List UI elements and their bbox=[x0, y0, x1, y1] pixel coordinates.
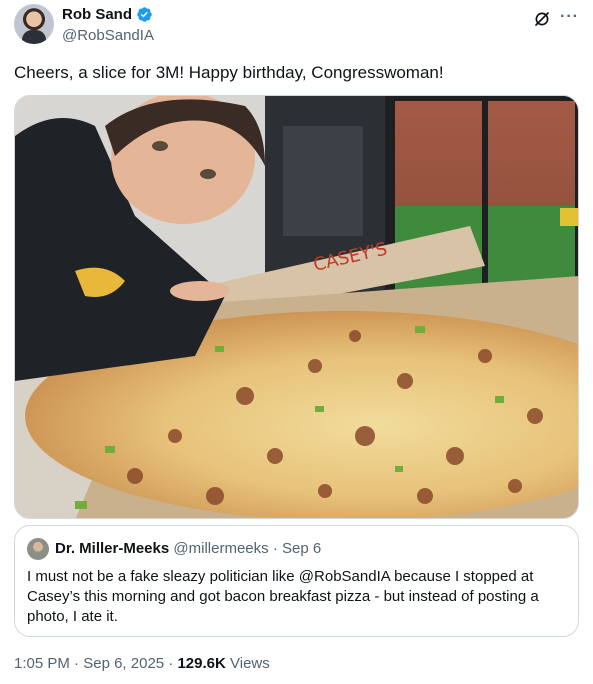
more-icon[interactable]: ··· bbox=[560, 8, 579, 26]
meta-separator: · bbox=[69, 655, 84, 672]
quoted-date[interactable]: Sep 6 bbox=[282, 540, 321, 557]
author-avatar[interactable] bbox=[14, 4, 54, 44]
views-count[interactable]: 129.6K bbox=[177, 655, 225, 672]
pizza-selfie-image: CASEY'S bbox=[15, 96, 578, 518]
quoted-tweet-text: I must not be a fake sleazy politician l… bbox=[27, 568, 539, 625]
quoted-separator: · bbox=[272, 540, 278, 557]
tweet-header: Rob Sand @RobSandIA ··· bbox=[14, 4, 579, 50]
tweet-date[interactable]: Sep 6, 2025 bbox=[83, 655, 164, 672]
quoted-author-handle[interactable]: @millermeeks bbox=[173, 540, 268, 557]
author-name-row: Rob Sand bbox=[62, 6, 153, 23]
quoted-author-name[interactable]: Dr. Miller-Meeks bbox=[55, 540, 169, 557]
author-handle[interactable]: @RobSandIA bbox=[62, 27, 154, 44]
views-label: Views bbox=[225, 655, 270, 672]
author-display-name[interactable]: Rob Sand bbox=[62, 6, 132, 23]
meta-separator: · bbox=[164, 655, 178, 672]
tweet-text: Cheers, a slice for 3M! Happy birthday, … bbox=[14, 63, 444, 82]
quoted-author-avatar[interactable] bbox=[27, 538, 49, 560]
grok-icon[interactable] bbox=[533, 10, 551, 28]
tweet-meta: 1:05 PM · Sep 6, 2025 · 129.6K Views bbox=[14, 655, 270, 672]
tweet-photo[interactable]: CASEY'S bbox=[14, 95, 579, 519]
verified-badge-icon bbox=[137, 7, 152, 22]
quoted-tweet-header: Dr. Miller-Meeks @millermeeks · Sep 6 bbox=[55, 540, 321, 557]
quoted-tweet[interactable]: Dr. Miller-Meeks @millermeeks · Sep 6 I … bbox=[14, 525, 579, 637]
tweet-time[interactable]: 1:05 PM bbox=[14, 655, 70, 672]
